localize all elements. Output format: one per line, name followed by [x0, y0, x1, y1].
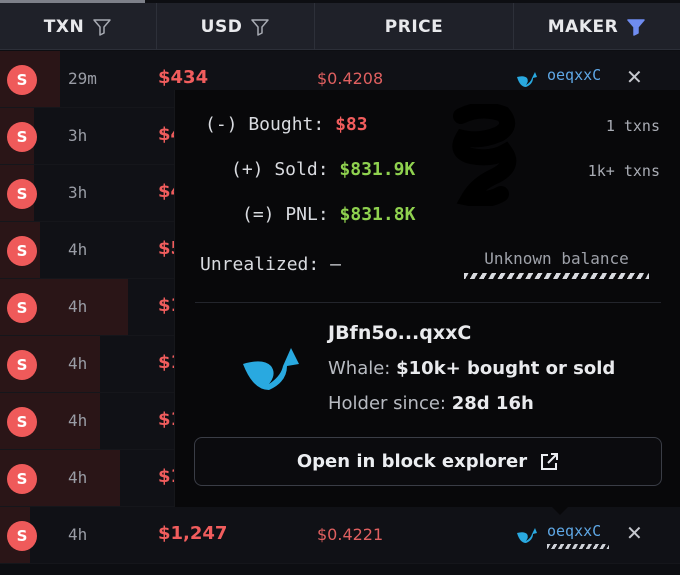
- txn-age: 4h: [68, 297, 88, 316]
- txn-age: 4h: [68, 525, 88, 544]
- txn-age: 29m: [68, 69, 97, 88]
- redaction-scribble: [452, 104, 517, 206]
- sell-badge: S: [7, 350, 37, 380]
- sell-badge: S: [7, 179, 37, 209]
- txn-age: 4h: [68, 411, 88, 430]
- txn-age: 4h: [68, 468, 88, 487]
- whale-value: $10k+ bought or sold: [396, 358, 616, 379]
- col-price-label: PRICE: [384, 16, 444, 37]
- funnel-filled-icon[interactable]: [626, 17, 646, 37]
- txn-price: $0.4221: [317, 525, 384, 544]
- pnl-label: (=) PNL:: [242, 204, 329, 225]
- txn-age: 4h: [68, 354, 88, 373]
- funnel-outline-icon[interactable]: [92, 17, 112, 37]
- txn-price: $0.4208: [317, 69, 384, 88]
- external-link-icon: [541, 452, 559, 470]
- sell-badge: S: [7, 521, 37, 551]
- pnl-value: $831.8K: [339, 204, 416, 225]
- open-explorer-label: Open in block explorer: [296, 451, 528, 472]
- sell-badge: S: [7, 65, 37, 95]
- sold-row: (+) Sold: $831.9K: [231, 159, 415, 180]
- col-txn[interactable]: TXN: [0, 3, 157, 50]
- maker-popup: (-) Bought: $83 1 txns (+) Sold: $831.9K…: [174, 90, 680, 507]
- sell-badge: S: [7, 293, 37, 323]
- sold-txns: 1k+ txns: [587, 162, 660, 180]
- unknown-balance-underline: [464, 273, 649, 279]
- unrealized-label: Unrealized:: [200, 254, 320, 275]
- maker-link[interactable]: oeqxxC: [547, 522, 601, 540]
- holder-value: 28d 16h: [451, 393, 534, 414]
- table-row[interactable]: S 4h $1,247 $0.4221 oeqxxC ✕: [0, 507, 680, 564]
- col-txn-label: TXN: [43, 16, 85, 37]
- txn-usd: $1,247: [158, 523, 228, 544]
- maker-underline: [547, 544, 609, 549]
- popup-caret: [552, 507, 568, 515]
- open-explorer-button[interactable]: Open in block explorer: [194, 437, 662, 486]
- bought-label: (-) Bought:: [205, 114, 325, 135]
- holder-label: Holder since:: [328, 393, 446, 414]
- whale-icon: [517, 528, 537, 543]
- whale-icon: [243, 348, 299, 390]
- sell-badge: S: [7, 122, 37, 152]
- txn-age: 3h: [68, 183, 88, 202]
- bought-txns: 1 txns: [605, 117, 660, 135]
- table-header: TXN USD PRICE MAKER: [0, 3, 680, 50]
- close-icon[interactable]: ✕: [626, 65, 643, 89]
- col-usd-label: USD: [200, 16, 243, 37]
- whale-info: Whale: $10k+ bought or sold: [328, 358, 615, 379]
- unrealized-row: Unrealized: –: [200, 254, 341, 275]
- sell-badge: S: [7, 407, 37, 437]
- wallet-address: JBfn5o...qxxC: [328, 322, 472, 344]
- maker-link[interactable]: oeqxxC: [547, 66, 601, 84]
- popup-divider: [195, 302, 661, 303]
- sell-badge: S: [7, 464, 37, 494]
- close-icon[interactable]: ✕: [626, 521, 643, 545]
- sold-label: (+) Sold:: [231, 159, 329, 180]
- col-maker[interactable]: MAKER: [514, 3, 680, 50]
- pnl-row: (=) PNL: $831.8K: [242, 204, 415, 225]
- bought-row: (-) Bought: $83: [205, 114, 368, 135]
- unrealized-value: –: [330, 254, 341, 275]
- funnel-outline-icon[interactable]: [250, 17, 270, 37]
- col-price[interactable]: PRICE: [315, 3, 514, 50]
- sold-value: $831.9K: [339, 159, 416, 180]
- unknown-balance: Unknown balance: [484, 249, 629, 268]
- whale-label: Whale:: [328, 358, 391, 379]
- holder-info: Holder since: 28d 16h: [328, 393, 534, 414]
- whale-icon: [517, 72, 537, 87]
- bought-value: $83: [335, 114, 368, 135]
- txn-age: 3h: [68, 126, 88, 145]
- col-usd[interactable]: USD: [157, 3, 315, 50]
- col-maker-label: MAKER: [547, 16, 619, 37]
- sell-badge: S: [7, 236, 37, 266]
- txn-age: 4h: [68, 240, 88, 259]
- txn-usd: $434: [158, 67, 209, 88]
